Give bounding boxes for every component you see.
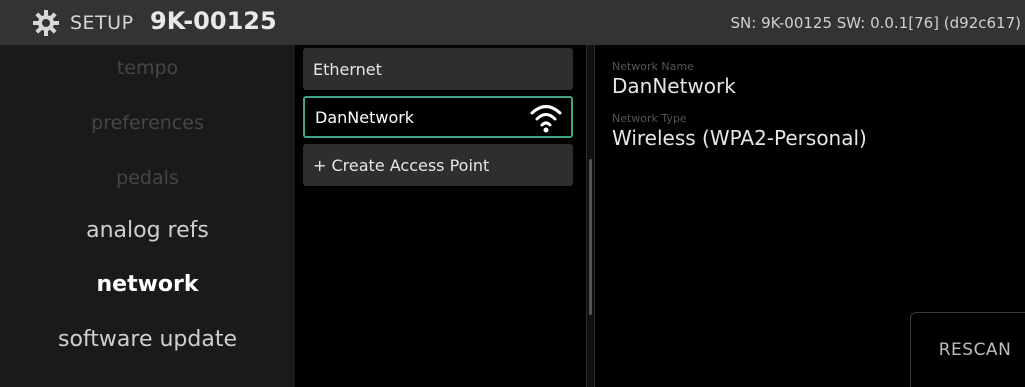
network-type-label: Network Type (612, 112, 687, 125)
network-item-label: DanNetwork (315, 107, 415, 127)
network-list-scrollbar[interactable] (586, 45, 595, 387)
menu-item-tempo[interactable]: tempo (0, 57, 295, 79)
create-access-point-button[interactable]: + Create Access Point (303, 144, 573, 186)
menu-item-network[interactable]: network (0, 272, 295, 297)
wifi-icon (530, 105, 562, 133)
device-id: 9K-00125 (150, 7, 277, 35)
settings-menu: tempo preferences pedals analog refs net… (0, 45, 295, 387)
serial-software-info: SN: 9K-00125 SW: 0.0.1[76] (d92c617) (730, 14, 1021, 32)
network-item-label: Ethernet (313, 59, 382, 79)
menu-item-pedals[interactable]: pedals (0, 167, 295, 189)
network-type-value: Wireless (WPA2-Personal) (612, 126, 867, 150)
network-name-label: Network Name (612, 60, 694, 73)
gear-icon (33, 10, 59, 36)
header-bar: SETUP 9K-00125 SN: 9K-00125 SW: 0.0.1[76… (0, 0, 1025, 45)
scrollbar-thumb[interactable] (589, 159, 592, 315)
network-item-dannetwork[interactable]: DanNetwork (303, 96, 573, 138)
setup-label: SETUP (70, 12, 134, 34)
network-list: Ethernet DanNetwork + Create Access Poin… (295, 45, 585, 387)
network-name-value: DanNetwork (612, 74, 736, 98)
network-item-ethernet[interactable]: Ethernet (303, 48, 573, 90)
menu-item-software-update[interactable]: software update (0, 327, 295, 352)
rescan-button[interactable]: RESCAN (910, 312, 1025, 387)
network-item-label: + Create Access Point (313, 155, 490, 175)
menu-item-preferences[interactable]: preferences (0, 112, 295, 134)
menu-item-analog-refs[interactable]: analog refs (0, 218, 295, 243)
